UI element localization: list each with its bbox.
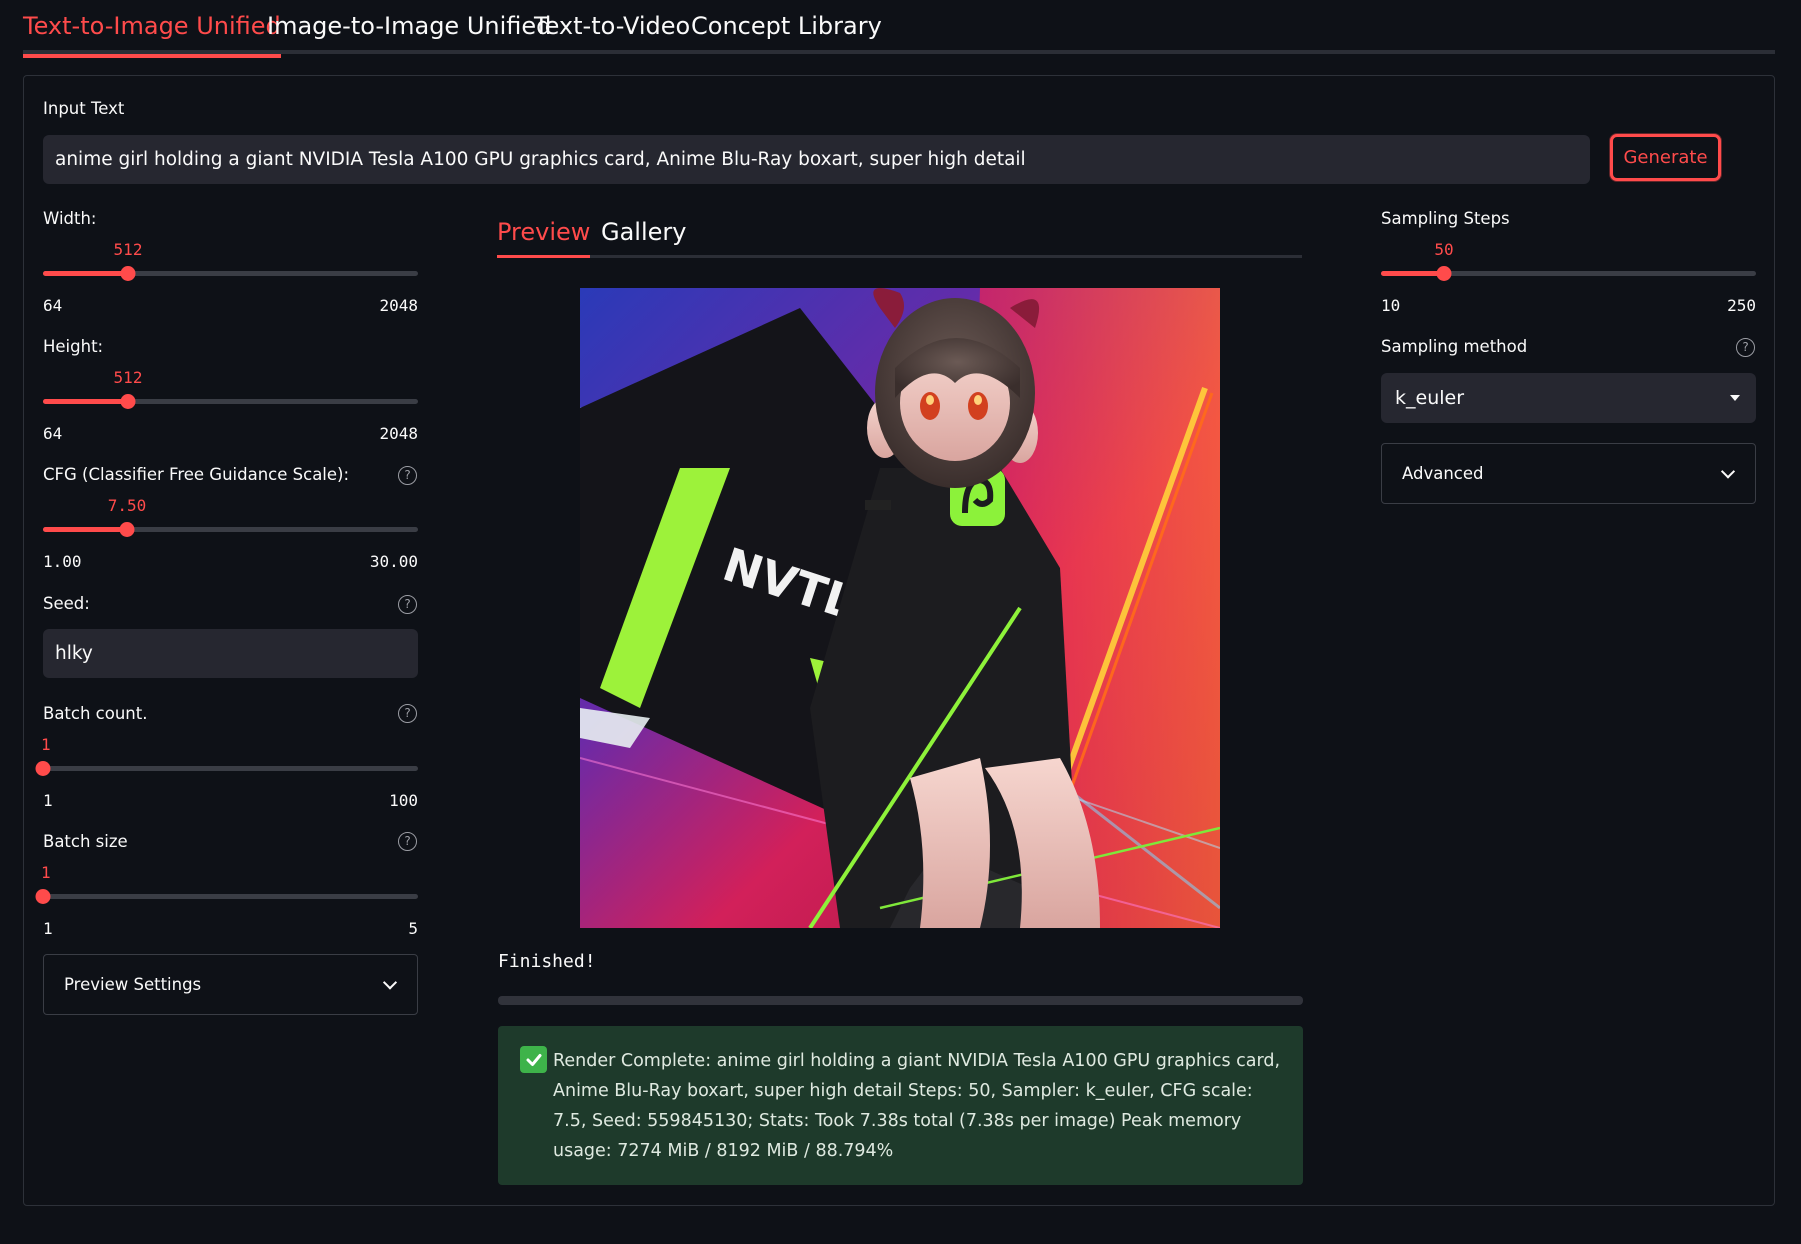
height-thumb[interactable]: [120, 394, 136, 409]
advanced-label: Advanced: [1402, 464, 1484, 483]
width-label: Width:: [43, 209, 97, 228]
height-value: 512: [113, 368, 143, 387]
batch-size-thumb[interactable]: [35, 889, 51, 904]
chevron-down-icon: [1720, 463, 1736, 479]
help-circle-icon[interactable]: ?: [398, 832, 417, 851]
sampling-steps-value: 50: [1434, 240, 1454, 259]
width-slider[interactable]: 512 64 2048: [43, 240, 418, 320]
height-label: Height:: [43, 337, 104, 356]
batch-count-label: Batch count.: [43, 704, 148, 723]
tab-concept-library[interactable]: Concept Library: [691, 12, 882, 54]
height-fill: [43, 399, 128, 404]
tab-gallery[interactable]: Gallery: [601, 208, 686, 255]
batch-size-min: 1: [43, 919, 53, 938]
prompt-input[interactable]: anime girl holding a giant NVIDIA Tesla …: [43, 135, 1590, 184]
prompt-input-value: anime girl holding a giant NVIDIA Tesla …: [55, 149, 1026, 170]
cfg-value: 7.50: [107, 496, 147, 515]
sampling-steps-fill: [1381, 271, 1444, 276]
tab-text-to-image[interactable]: Text-to-Image Unified: [23, 12, 281, 58]
chevron-down-icon: [382, 974, 398, 990]
render-complete-alert: Render Complete: anime girl holding a gi…: [498, 1026, 1303, 1185]
help-circle-icon[interactable]: ?: [398, 595, 417, 614]
batch-size-max: 5: [408, 919, 418, 938]
seed-input[interactable]: hlky: [43, 629, 418, 678]
sampling-steps-thumb[interactable]: [1436, 266, 1452, 281]
batch-count-thumb[interactable]: [35, 761, 51, 776]
width-min: 64: [43, 296, 63, 315]
sampling-steps-max: 250: [1727, 296, 1756, 315]
sampling-steps-label: Sampling Steps: [1381, 209, 1510, 228]
sampling-steps-slider[interactable]: 50 10 250: [1381, 240, 1756, 320]
batch-size-label: Batch size: [43, 832, 128, 851]
help-circle-icon[interactable]: ?: [398, 466, 417, 485]
sampling-method-select[interactable]: k_euler: [1381, 373, 1756, 423]
width-fill: [43, 271, 128, 276]
tab-image-to-image[interactable]: Image-to-Image Unified: [267, 12, 551, 54]
tab-preview[interactable]: Preview: [497, 208, 591, 258]
status-text: Finished!: [498, 951, 596, 972]
seed-label: Seed:: [43, 594, 90, 613]
width-value: 512: [113, 240, 143, 259]
preview-settings-label: Preview Settings: [64, 975, 202, 994]
generated-image: NVTLF: [580, 288, 1220, 928]
advanced-expander[interactable]: Advanced: [1381, 443, 1756, 504]
help-circle-icon[interactable]: ?: [1736, 338, 1755, 357]
width-thumb[interactable]: [120, 266, 136, 281]
batch-count-track: [43, 766, 418, 771]
batch-size-slider[interactable]: 1 1 5: [35, 863, 418, 943]
sampling-steps-min: 10: [1381, 296, 1401, 315]
tab-text-to-video[interactable]: Text-to-Video: [534, 12, 690, 54]
width-max: 2048: [379, 296, 418, 315]
sampling-method-value: k_euler: [1395, 387, 1465, 409]
top-tab-bar: Text-to-Image Unified Image-to-Image Uni…: [23, 0, 1775, 58]
preview-settings-expander[interactable]: Preview Settings: [43, 954, 418, 1015]
batch-count-min: 1: [43, 791, 53, 810]
cfg-max: 30.00: [369, 552, 418, 571]
height-min: 64: [43, 424, 63, 443]
seed-input-value: hlky: [55, 643, 93, 664]
help-circle-icon[interactable]: ?: [398, 704, 417, 723]
caret-down-icon: [1730, 395, 1740, 401]
batch-count-value: 1: [41, 735, 51, 754]
check-icon: [520, 1046, 547, 1073]
cfg-fill: [43, 527, 127, 532]
batch-size-value: 1: [41, 863, 51, 882]
sampling-method-label: Sampling method: [1381, 337, 1528, 356]
batch-count-max: 100: [389, 791, 418, 810]
cfg-thumb[interactable]: [119, 522, 135, 537]
height-slider[interactable]: 512 64 2048: [43, 368, 418, 448]
progress-bar: [498, 996, 1303, 1005]
cfg-label: CFG (Classifier Free Guidance Scale):: [43, 465, 350, 484]
render-complete-message: Render Complete: anime girl holding a gi…: [553, 1051, 1281, 1161]
input-text-label: Input Text: [43, 99, 125, 118]
height-max: 2048: [379, 424, 418, 443]
cfg-slider[interactable]: 7.50 1.00 30.00: [43, 496, 418, 576]
generate-button[interactable]: Generate: [1610, 134, 1721, 181]
batch-count-slider[interactable]: 1 1 100: [35, 735, 418, 815]
progress-fill: [498, 996, 1303, 1005]
cfg-min: 1.00: [43, 552, 82, 571]
preview-tab-bar: Preview Gallery: [497, 208, 1302, 258]
batch-size-track: [43, 894, 418, 899]
